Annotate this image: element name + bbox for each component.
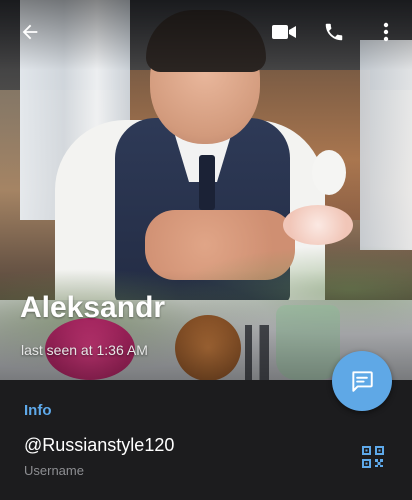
photo-flower-rose — [283, 205, 353, 245]
phone-icon — [325, 23, 343, 41]
more-menu-button[interactable] — [366, 12, 406, 52]
qr-code-button[interactable] — [360, 444, 386, 470]
top-app-bar — [0, 0, 412, 64]
message-icon — [352, 371, 373, 392]
username-label: Username — [24, 463, 84, 478]
message-button[interactable] — [332, 351, 392, 411]
profile-name: Aleksandr — [20, 291, 166, 324]
info-section-title: Info — [24, 402, 52, 419]
photo-person-tie — [199, 155, 215, 210]
back-arrow-icon — [22, 24, 38, 40]
back-button[interactable] — [10, 12, 50, 52]
qr-code-icon — [362, 446, 384, 468]
username-value[interactable]: @Russianstyle120 — [24, 435, 174, 456]
call-button[interactable] — [314, 12, 354, 52]
video-call-icon — [272, 25, 296, 39]
last-seen-status: last seen at 1:36 AM — [21, 342, 148, 358]
photo-curtain-right — [360, 40, 412, 250]
photo-flower-white — [312, 150, 346, 195]
video-call-button[interactable] — [264, 12, 304, 52]
more-vertical-icon — [383, 22, 389, 42]
